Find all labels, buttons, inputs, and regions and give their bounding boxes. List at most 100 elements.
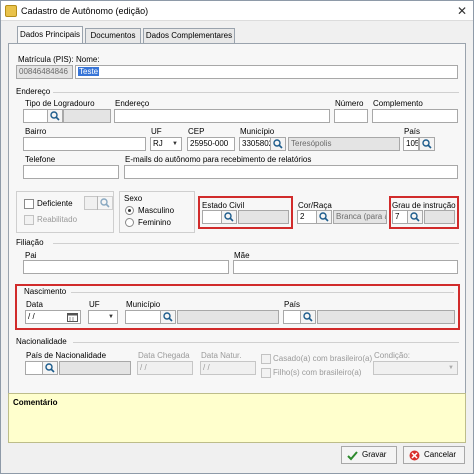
pai-label: Pai — [25, 251, 37, 260]
calendar-icon[interactable] — [67, 312, 78, 322]
cep-label: CEP — [188, 127, 205, 136]
mae-field[interactable] — [233, 260, 458, 274]
cancel-button-label: Cancelar — [424, 450, 457, 459]
nascimento-municipio-search-button[interactable] — [160, 310, 176, 324]
feminino-radio[interactable] — [125, 218, 134, 227]
bairro-label: Bairro — [25, 127, 47, 136]
telefone-label: Telefone — [25, 155, 56, 164]
nascimento-pais-search-button[interactable] — [300, 310, 316, 324]
data-chegada-field: / / — [137, 361, 193, 375]
estado-civil-search-button[interactable] — [221, 210, 237, 224]
pais-label: País — [404, 127, 421, 136]
numero-field[interactable] — [334, 109, 368, 123]
complemento-field[interactable] — [372, 109, 458, 123]
endereco-group-label: Endereço — [16, 87, 51, 96]
feminino-label: Feminino — [138, 218, 171, 227]
matricula-field[interactable]: 00846484846 — [16, 65, 73, 79]
municipio-label: Município — [240, 127, 275, 136]
tab-dados-principais[interactable]: Dados Principais — [17, 26, 83, 43]
cor-raca-code[interactable]: 2 — [297, 210, 317, 224]
deficiencia-search-button — [97, 196, 113, 210]
save-button[interactable]: Gravar — [341, 446, 397, 464]
cor-raca-desc: Branca (para a p — [333, 210, 387, 224]
chevron-down-icon: ▼ — [108, 314, 114, 320]
search-icon — [224, 212, 234, 222]
pais-nacionalidade-search-button[interactable] — [42, 361, 58, 375]
filho-brasileiro-checkbox — [261, 368, 271, 378]
cancel-icon — [409, 450, 420, 461]
close-icon[interactable]: ✕ — [457, 4, 467, 18]
nascimento-municipio-label: Município — [126, 300, 161, 309]
tipo-logradouro-desc — [63, 109, 111, 123]
bairro-field[interactable] — [23, 137, 146, 151]
data-natur-field: / / — [200, 361, 256, 375]
data-natur-value: / / — [203, 363, 210, 372]
estado-civil-label: Estado Civil — [202, 201, 245, 210]
cor-raca-label: Cor/Raça — [298, 201, 332, 210]
grau-instrucao-desc — [424, 210, 455, 224]
masculino-radio[interactable] — [125, 206, 134, 215]
deficiente-checkbox[interactable] — [24, 199, 34, 209]
search-icon — [319, 212, 329, 222]
complemento-label: Complemento — [373, 99, 423, 108]
municipio-code[interactable]: 3305802 — [239, 137, 271, 151]
nacionalidade-separator — [73, 342, 459, 343]
tipo-logradouro-code[interactable] — [23, 109, 49, 123]
data-natur-label: Data Natur. — [201, 351, 242, 360]
pais-code[interactable]: 105 — [403, 137, 419, 151]
cor-raca-search-button[interactable] — [316, 210, 332, 224]
nome-value: Teste — [78, 67, 100, 76]
condicao-label: Condição: — [374, 351, 411, 360]
pai-field[interactable] — [23, 260, 229, 274]
tab-dados-complementares[interactable]: Dados Complementares — [143, 28, 235, 43]
save-button-label: Gravar — [362, 450, 387, 459]
estado-civil-desc — [238, 210, 289, 224]
nascimento-municipio-code[interactable] — [125, 310, 161, 324]
nascimento-uf-label: UF — [89, 300, 100, 309]
chevron-down-icon: ▼ — [448, 365, 454, 371]
uf-select[interactable]: RJ ▼ — [150, 137, 182, 151]
grau-instrucao-search-button[interactable] — [407, 210, 423, 224]
mae-label: Mãe — [234, 251, 250, 260]
search-icon — [303, 312, 313, 322]
search-icon — [163, 312, 173, 322]
emails-label: E-mails do autônomo para recebimento de … — [125, 155, 312, 164]
endereco-separator — [53, 92, 459, 93]
nome-field[interactable]: Teste — [75, 65, 458, 79]
emails-field[interactable] — [124, 165, 458, 179]
app-icon — [5, 5, 17, 17]
tab-documentos[interactable]: Documentos — [85, 28, 141, 43]
nascimento-data-field[interactable]: / / — [25, 310, 81, 324]
comment-area[interactable]: Comentário — [8, 393, 466, 443]
grau-instrucao-code[interactable]: 7 — [392, 210, 408, 224]
nome-label: Nome: — [76, 55, 100, 64]
nascimento-uf-select[interactable]: ▼ — [88, 310, 118, 324]
municipio-search-button[interactable] — [270, 137, 286, 151]
window-title: Cadastro de Autônomo (edição) — [21, 6, 149, 16]
nascimento-pais-code[interactable] — [283, 310, 301, 324]
pais-nacionalidade-code[interactable] — [25, 361, 43, 375]
nascimento-separator — [71, 292, 454, 293]
pais-search-button[interactable] — [419, 137, 435, 151]
nascimento-pais-label: País — [284, 300, 301, 309]
search-icon — [422, 139, 432, 149]
cancel-button[interactable]: Cancelar — [403, 446, 465, 464]
casado-brasileiro-label: Casado(a) com brasileiro(a) — [273, 354, 373, 363]
telefone-field[interactable] — [23, 165, 119, 179]
comment-label: Comentário — [13, 398, 58, 407]
estado-civil-code[interactable] — [202, 210, 222, 224]
nacionalidade-group-label: Nacionalidade — [16, 337, 67, 346]
tipo-logradouro-search-button[interactable] — [47, 109, 63, 123]
data-chegada-value: / / — [140, 363, 147, 372]
search-icon — [410, 212, 420, 222]
cep-field[interactable]: 25950-000 — [187, 137, 235, 151]
search-icon — [45, 363, 55, 373]
endereco-field[interactable] — [114, 109, 330, 123]
grau-instrucao-label: Grau de instrução — [392, 201, 456, 210]
numero-label: Número — [335, 99, 364, 108]
sexo-label: Sexo — [124, 194, 143, 203]
deficiente-label: Deficiente — [37, 199, 73, 208]
title-bar: Cadastro de Autônomo (edição) ✕ — [1, 1, 473, 21]
pais-nacionalidade-label: País de Nacionalidade — [26, 351, 107, 360]
masculino-label: Masculino — [138, 206, 175, 215]
